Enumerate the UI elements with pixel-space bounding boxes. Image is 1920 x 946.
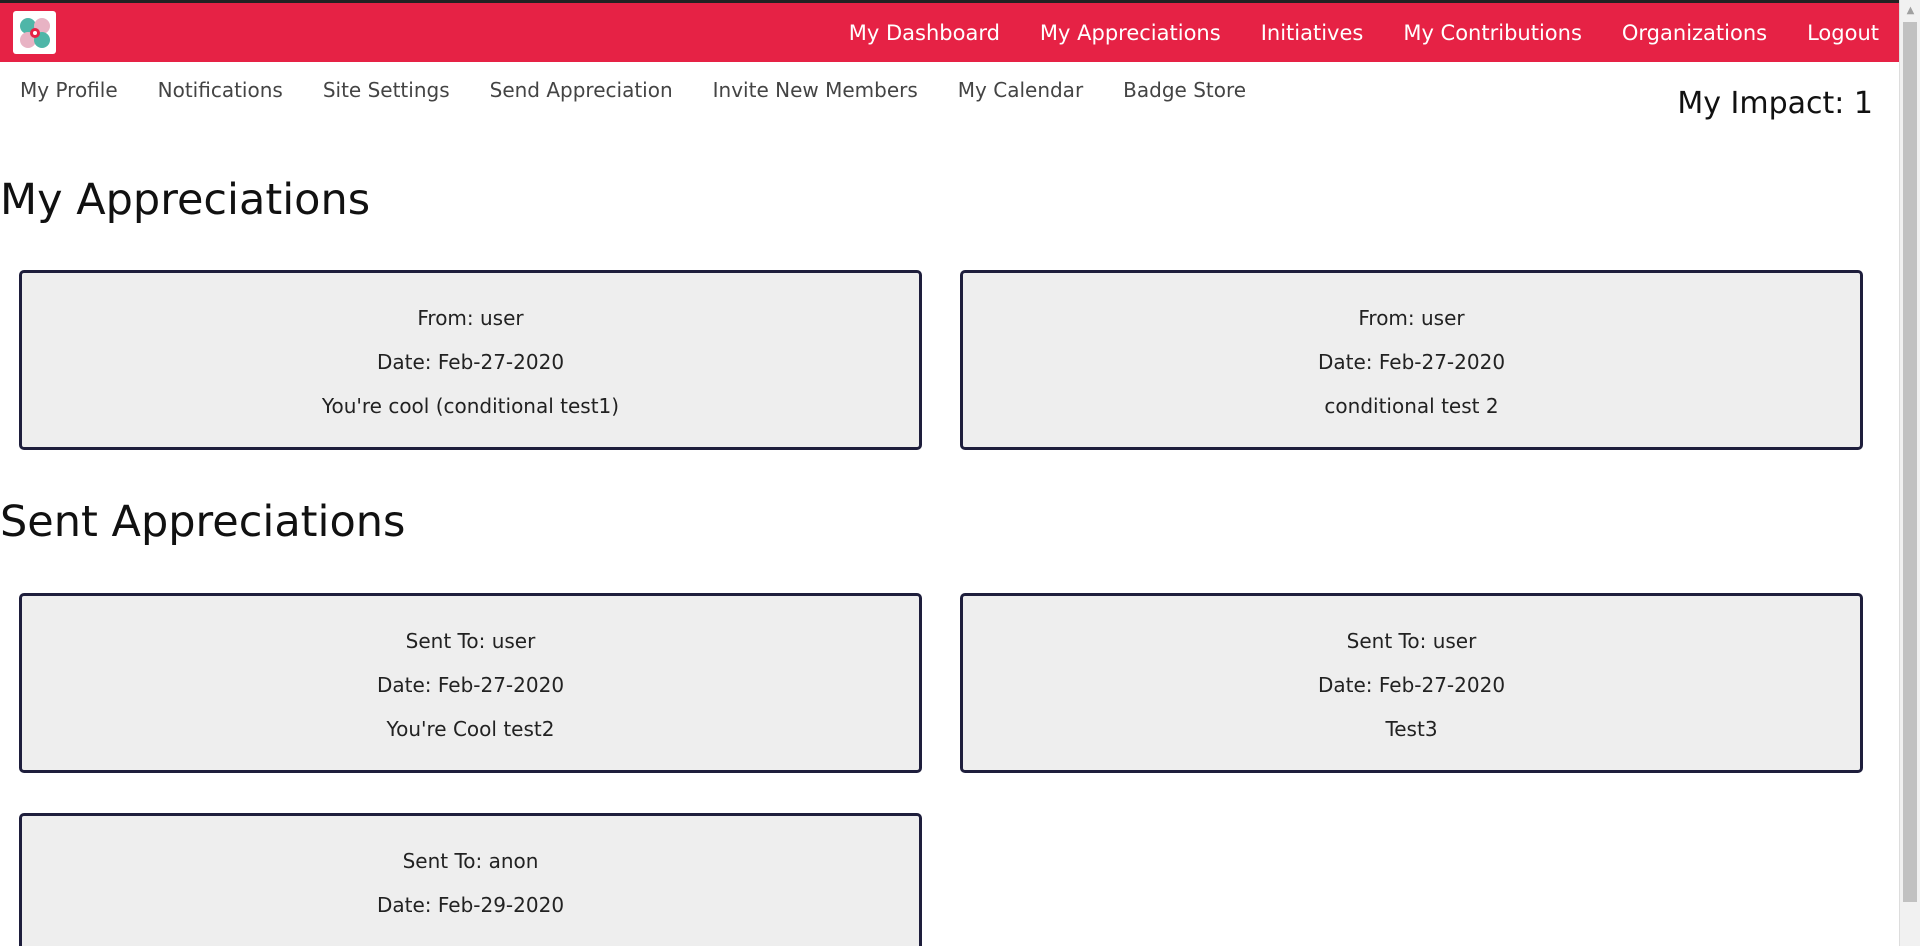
- card-sent-to: Sent To: user: [1346, 629, 1477, 653]
- card-sent-to: Sent To: anon: [402, 849, 539, 873]
- received-appreciation-card: From: user Date: Feb-27-2020 You're cool…: [19, 270, 922, 450]
- subnav-badge-store[interactable]: Badge Store: [1123, 78, 1246, 102]
- top-navbar: My Dashboard My Appreciations Initiative…: [0, 0, 1899, 62]
- card-message: You're cool (conditional test1): [321, 394, 620, 418]
- scrollbar-thumb[interactable]: [1903, 22, 1917, 902]
- subnav-my-calendar[interactable]: My Calendar: [958, 78, 1083, 102]
- card-date: Date: Feb-29-2020: [376, 893, 565, 917]
- card-date: Date: Feb-27-2020: [1317, 673, 1506, 697]
- card-date: Date: Feb-27-2020: [376, 673, 565, 697]
- nav-logout[interactable]: Logout: [1807, 21, 1879, 45]
- received-section-title: My Appreciations: [0, 175, 371, 225]
- nav-my-dashboard[interactable]: My Dashboard: [849, 21, 1000, 45]
- secondary-nav: My Profile Notifications Site Settings S…: [20, 78, 1286, 102]
- scroll-up-arrow-icon[interactable]: ▲: [1900, 0, 1920, 21]
- card-message: Test3: [1385, 717, 1438, 741]
- sent-appreciation-card: Sent To: user Date: Feb-27-2020 Test3: [960, 593, 1863, 773]
- card-sent-to: Sent To: user: [405, 629, 536, 653]
- subnav-notifications[interactable]: Notifications: [158, 78, 283, 102]
- card-message: You're Cool test2: [386, 717, 555, 741]
- top-nav: My Dashboard My Appreciations Initiative…: [809, 3, 1879, 62]
- page: My Dashboard My Appreciations Initiative…: [0, 0, 1899, 946]
- subnav-site-settings[interactable]: Site Settings: [323, 78, 450, 102]
- vertical-scrollbar[interactable]: ▲: [1899, 0, 1920, 946]
- sent-section-title: Sent Appreciations: [0, 497, 406, 547]
- card-message: conditional test 2: [1324, 394, 1499, 418]
- nav-initiatives[interactable]: Initiatives: [1261, 21, 1364, 45]
- card-from: From: user: [417, 306, 524, 330]
- sent-appreciation-card: Sent To: anon Date: Feb-29-2020: [19, 813, 922, 946]
- subnav-send-appreciation[interactable]: Send Appreciation: [490, 78, 673, 102]
- nav-organizations[interactable]: Organizations: [1622, 21, 1767, 45]
- clover-logo-icon[interactable]: [13, 11, 56, 54]
- impact-score: My Impact: 1: [1677, 86, 1873, 121]
- card-from: From: user: [1358, 306, 1465, 330]
- subnav-my-profile[interactable]: My Profile: [20, 78, 118, 102]
- subnav-invite-new-members[interactable]: Invite New Members: [713, 78, 918, 102]
- card-date: Date: Feb-27-2020: [1317, 350, 1506, 374]
- sent-appreciation-card: Sent To: user Date: Feb-27-2020 You're C…: [19, 593, 922, 773]
- received-appreciation-card: From: user Date: Feb-27-2020 conditional…: [960, 270, 1863, 450]
- nav-my-contributions[interactable]: My Contributions: [1403, 21, 1582, 45]
- nav-my-appreciations[interactable]: My Appreciations: [1040, 21, 1221, 45]
- card-date: Date: Feb-27-2020: [376, 350, 565, 374]
